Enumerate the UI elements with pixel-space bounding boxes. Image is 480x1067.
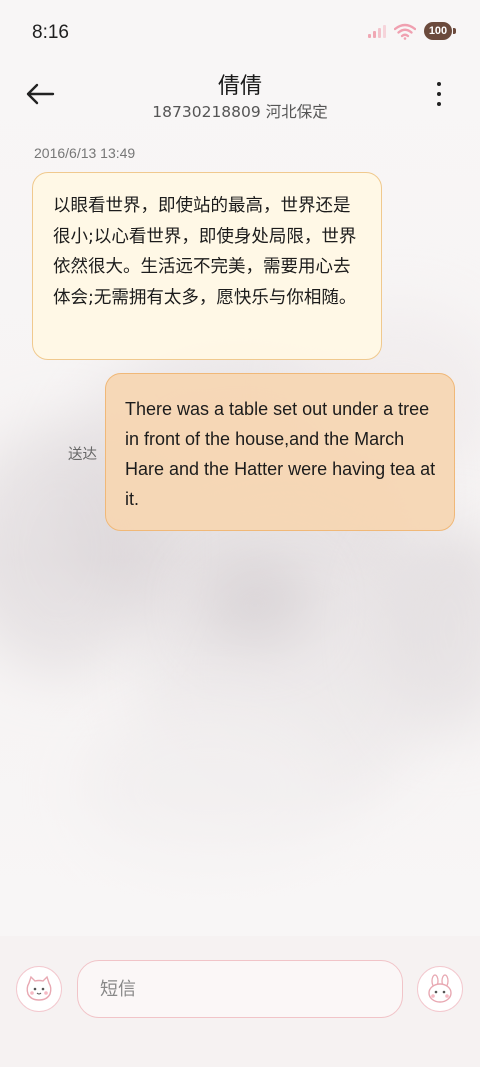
message-timestamp: 2016/6/13 13:49	[34, 145, 136, 161]
more-vertical-icon	[437, 82, 441, 86]
contact-name: 倩倩	[217, 74, 262, 99]
status-bar: 8:16 100	[0, 0, 480, 66]
battery-icon: 100	[424, 22, 456, 40]
cat-sticker-icon	[26, 975, 52, 1001]
sticker-button-left[interactable]	[16, 966, 62, 1012]
delivery-status: 送达	[68, 447, 97, 463]
signal-icon	[368, 25, 386, 38]
outgoing-message-bubble[interactable]: There was a table set out under a tree i…	[105, 373, 455, 531]
contact-location: 河北保定	[265, 103, 328, 121]
contact-info: 18730218809 河北保定	[0, 100, 480, 122]
message-input[interactable]	[77, 960, 403, 1018]
conversation-header: 倩倩 18730218809 河北保定	[0, 60, 480, 130]
sticker-button-right[interactable]	[417, 966, 463, 1012]
bunny-sticker-icon	[428, 974, 452, 1003]
wifi-icon	[394, 23, 416, 40]
contact-number: 18730218809	[152, 103, 261, 121]
status-time: 8:16	[32, 22, 69, 43]
incoming-message-bubble[interactable]: 以眼看世界，即使站的最高，世界还是很小;以心看世界，即使身处局限，世界依然很大。…	[32, 172, 382, 360]
message-composer	[0, 936, 480, 1067]
more-options-button[interactable]	[428, 78, 450, 110]
status-icons: 100	[368, 22, 456, 40]
